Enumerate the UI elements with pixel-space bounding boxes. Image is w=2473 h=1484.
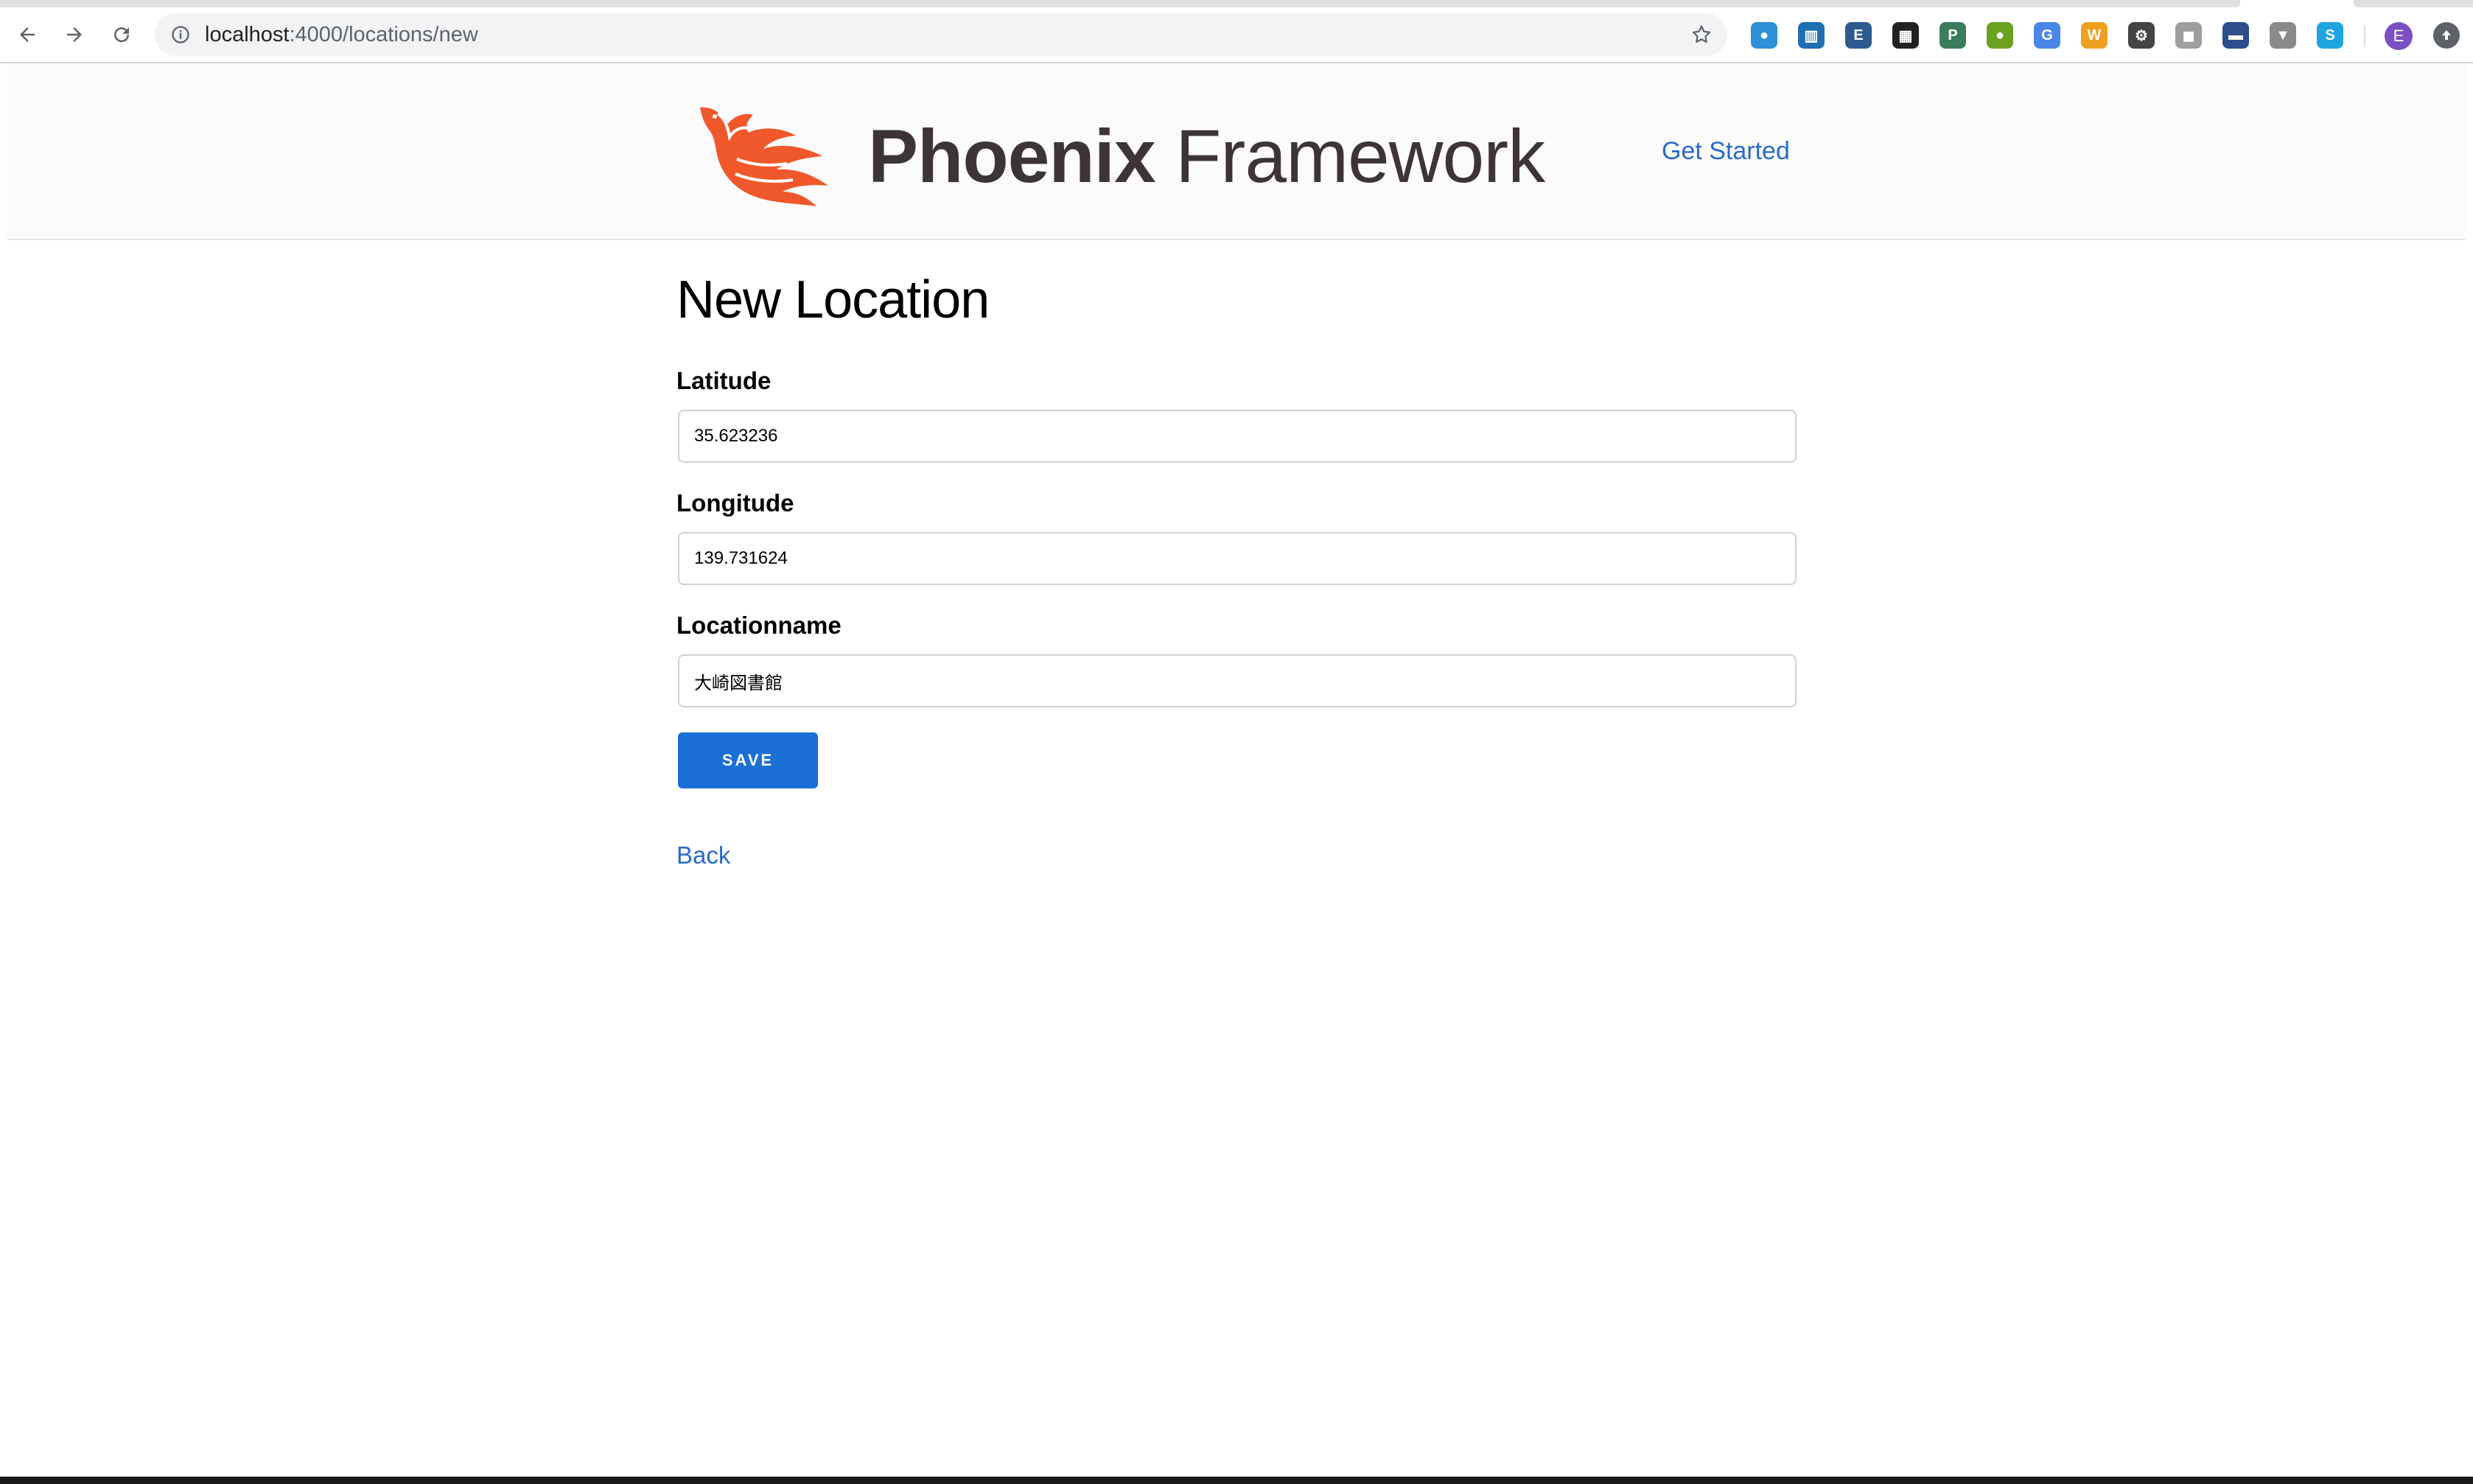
reload-icon[interactable] xyxy=(105,18,139,52)
active-tab[interactable] xyxy=(0,0,2240,7)
new-tab-area[interactable] xyxy=(2354,0,2473,7)
address-bar[interactable]: localhost:4000/locations/new xyxy=(155,13,1727,56)
toolbar-separator xyxy=(2364,25,2365,47)
back-link[interactable]: Back xyxy=(676,841,730,869)
longitude-input[interactable] xyxy=(678,532,1797,585)
url-path: :4000/locations/new xyxy=(289,23,478,46)
trello-extension-icon[interactable]: ▥ xyxy=(1798,22,1825,49)
update-icon[interactable] xyxy=(2433,22,2460,49)
qr-code-extension-icon[interactable]: ▦ xyxy=(1892,22,1919,49)
logo-bold-text: Phoenix xyxy=(868,114,1156,198)
translate-extension-icon[interactable]: G xyxy=(2034,22,2060,49)
latitude-input[interactable] xyxy=(678,410,1797,463)
locationname-label: Locationname xyxy=(676,612,842,639)
profile-avatar[interactable]: E xyxy=(2385,22,2413,50)
w-extension-icon[interactable]: W xyxy=(2081,22,2108,49)
monitor-extension-icon[interactable]: ▬ xyxy=(2222,22,2249,49)
gear-extension-icon[interactable]: ⚙ xyxy=(2128,22,2155,49)
bottom-edge xyxy=(0,1477,2473,1484)
latitude-label: Latitude xyxy=(676,367,772,394)
skype-extension-icon[interactable]: S xyxy=(2317,22,2343,49)
save-button[interactable]: SAVE xyxy=(678,732,818,788)
url-host: localhost xyxy=(205,23,290,46)
logo-light-text: Framework xyxy=(1175,114,1545,198)
info-icon[interactable] xyxy=(168,22,193,47)
page-title: New Location xyxy=(676,270,990,329)
site-header: Phoenix Framework Get Started xyxy=(7,63,2466,240)
browser-toolbar: localhost:4000/locations/new ● ▥ E ▦ P ● G W ⚙ ◼ ▬… xyxy=(0,7,2473,63)
forward-arrow-icon[interactable] xyxy=(57,18,91,52)
locationname-input[interactable] xyxy=(678,654,1797,707)
evernote-like-extension-icon[interactable]: E xyxy=(1845,22,1872,49)
tab-strip xyxy=(0,0,2473,7)
vuejs-extension-icon[interactable]: ▼ xyxy=(2270,22,2296,49)
chat-extension-icon[interactable]: ◼ xyxy=(2175,22,2202,49)
back-arrow-icon[interactable] xyxy=(10,18,44,52)
get-started-link[interactable]: Get Started xyxy=(1662,137,1790,166)
bookmark-star-icon[interactable] xyxy=(1689,22,1714,47)
p-extension-icon[interactable]: P xyxy=(1939,22,1966,49)
phoenix-logo[interactable]: Phoenix Framework xyxy=(693,100,1545,211)
logo-wordmark: Phoenix Framework xyxy=(868,105,1545,208)
globe-extension-icon[interactable]: ● xyxy=(1751,22,1777,49)
longitude-label: Longitude xyxy=(676,489,794,517)
green-circle-extension-icon[interactable]: ● xyxy=(1987,22,2013,49)
url-text[interactable]: localhost:4000/locations/new xyxy=(205,13,478,56)
phoenix-bird-icon xyxy=(700,107,828,206)
